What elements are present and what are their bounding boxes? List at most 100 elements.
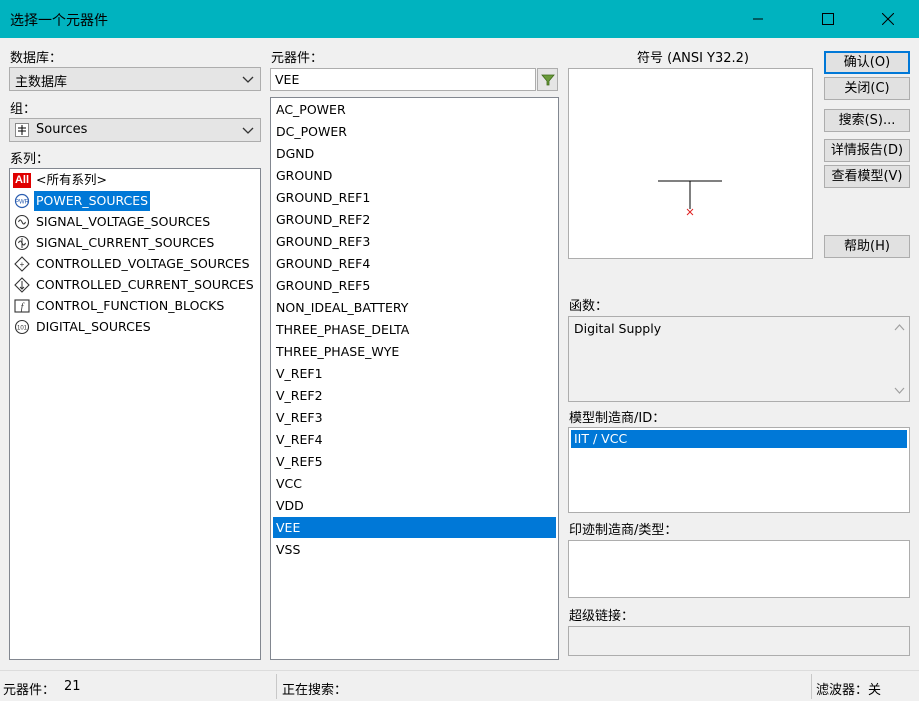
component-item[interactable]: VEE <box>273 517 556 538</box>
filter-button[interactable] <box>537 68 558 91</box>
chevron-down-icon <box>242 127 254 134</box>
symbol-preview <box>568 68 813 259</box>
component-item[interactable]: AC_POWER <box>273 99 556 120</box>
component-input-value: VEE <box>275 72 300 87</box>
component-item[interactable]: V_REF1 <box>273 363 556 384</box>
component-item[interactable]: V_REF4 <box>273 429 556 450</box>
component-label: 元器件： <box>271 51 324 66</box>
svg-text:PWR: PWR <box>15 200 30 206</box>
svg-text:+: + <box>20 260 25 269</box>
component-list[interactable]: AC_POWER DC_POWER DGND GROUND GROUND_REF1 GRO… <box>270 97 559 660</box>
hyperlink-field[interactable] <box>568 626 910 656</box>
family-item[interactable]: f CONTROL_FUNCTION_BLOCKS <box>13 296 226 316</box>
component-item-label: GROUND_REF2 <box>276 212 371 227</box>
view-model-button[interactable]: 查看模型(V) <box>824 165 910 188</box>
source-group-icon <box>15 123 29 137</box>
component-item-label: V_REF1 <box>276 366 323 381</box>
all-icon: All <box>13 172 31 188</box>
component-item-label: DGND <box>276 146 315 161</box>
family-list[interactable]: All <所有系列> PWR POWER_SOURCES SIGNAL_VOLTAGE_… <box>9 168 261 660</box>
component-item-label: GROUND <box>276 168 333 183</box>
maximize-icon <box>822 13 834 25</box>
minimize-button[interactable] <box>735 0 781 38</box>
digital-source-icon: 101 <box>13 319 31 335</box>
component-item-label: AC_POWER <box>276 102 346 117</box>
maximize-button[interactable] <box>805 0 851 38</box>
family-item[interactable]: SIGNAL_VOLTAGE_SOURCES <box>13 212 212 232</box>
searching-status: 正在搜索： <box>282 683 348 698</box>
function-scrollbar[interactable] <box>891 318 908 400</box>
database-select[interactable]: 主数据库 <box>9 67 261 91</box>
component-item[interactable]: THREE_PHASE_DELTA <box>273 319 556 340</box>
component-item[interactable]: GROUND <box>273 165 556 186</box>
component-item[interactable]: GROUND_REF4 <box>273 253 556 274</box>
family-label: 系列： <box>10 152 50 167</box>
controlled-current-icon <box>13 277 31 293</box>
component-item[interactable]: GROUND_REF1 <box>273 187 556 208</box>
family-item[interactable]: PWR POWER_SOURCES <box>13 191 151 211</box>
window-title: 选择一个元器件 <box>10 13 108 29</box>
component-item-label: THREE_PHASE_WYE <box>276 344 400 359</box>
family-item-label: POWER_SOURCES <box>34 191 151 211</box>
footprint-list[interactable] <box>568 540 910 598</box>
database-label: 数据库： <box>10 51 63 66</box>
component-item[interactable]: GROUND_REF5 <box>273 275 556 296</box>
symbol-label: 符号 (ANSI Y32.2) <box>637 51 749 66</box>
component-item-label: V_REF5 <box>276 454 323 469</box>
controlled-voltage-icon: + <box>13 256 31 272</box>
component-item-label: GROUND_REF5 <box>276 278 371 293</box>
signal-current-icon <box>13 235 31 251</box>
group-value: Sources <box>36 122 88 137</box>
family-item-label: CONTROLLED_CURRENT_SOURCES <box>36 277 254 292</box>
status-bar: 元器件： 21 正在搜索： 滤波器：关 <box>0 670 919 701</box>
component-item[interactable]: DGND <box>273 143 556 164</box>
component-item-label: VEE <box>276 520 301 535</box>
detail-report-button[interactable]: 详情报告(D) <box>824 139 910 162</box>
component-item[interactable]: V_REF5 <box>273 451 556 472</box>
family-item[interactable]: All <所有系列> <box>13 170 109 190</box>
component-item[interactable]: V_REF2 <box>273 385 556 406</box>
component-item[interactable]: NON_IDEAL_BATTERY <box>273 297 556 318</box>
family-item-label: CONTROL_FUNCTION_BLOCKS <box>36 298 225 313</box>
component-item-label: VDD <box>276 498 304 513</box>
svg-text:101: 101 <box>17 326 28 332</box>
status-separator <box>276 674 277 699</box>
component-item-label: VSS <box>276 542 301 557</box>
status-separator <box>811 674 812 699</box>
close-button[interactable]: 关闭(C) <box>824 77 910 100</box>
footprint-label: 印迹制造商/类型： <box>569 523 678 538</box>
family-item[interactable]: 101 DIGITAL_SOURCES <box>13 317 153 337</box>
vee-symbol <box>658 180 722 216</box>
component-input[interactable]: VEE <box>270 68 536 91</box>
component-item[interactable]: VDD <box>273 495 556 516</box>
component-item[interactable]: V_REF3 <box>273 407 556 428</box>
component-item-label: GROUND_REF4 <box>276 256 371 271</box>
group-select[interactable]: Sources <box>9 118 261 142</box>
chevron-down-icon <box>242 76 254 83</box>
component-item-label: V_REF3 <box>276 410 323 425</box>
model-list-item[interactable]: IIT / VCC <box>571 430 907 448</box>
component-item[interactable]: VSS <box>273 539 556 560</box>
component-item[interactable]: VCC <box>273 473 556 494</box>
family-item[interactable]: SIGNAL_CURRENT_SOURCES <box>13 233 216 253</box>
component-item-label: THREE_PHASE_DELTA <box>276 322 410 337</box>
component-item[interactable]: GROUND_REF2 <box>273 209 556 230</box>
component-item[interactable]: GROUND_REF3 <box>273 231 556 252</box>
family-item[interactable]: CONTROLLED_CURRENT_SOURCES <box>13 275 256 295</box>
help-button[interactable]: 帮助(H) <box>824 235 910 258</box>
function-textbox[interactable]: Digital Supply <box>568 316 910 402</box>
component-item[interactable]: DC_POWER <box>273 121 556 142</box>
search-button[interactable]: 搜索(S)... <box>824 109 910 132</box>
family-item[interactable]: + CONTROLLED_VOLTAGE_SOURCES <box>13 254 252 274</box>
component-count-label: 元器件： <box>3 683 56 698</box>
filter-icon <box>541 74 555 86</box>
component-item-label: GROUND_REF1 <box>276 190 371 205</box>
component-item[interactable]: THREE_PHASE_WYE <box>273 341 556 362</box>
scroll-up-icon <box>894 324 905 331</box>
ok-button[interactable]: 确认(O) <box>824 51 910 74</box>
family-item-label: SIGNAL_CURRENT_SOURCES <box>36 235 215 250</box>
component-item-label: V_REF4 <box>276 432 323 447</box>
component-count-value: 21 <box>64 679 81 694</box>
close-window-button[interactable] <box>865 0 911 38</box>
model-list[interactable]: IIT / VCC <box>568 427 910 513</box>
